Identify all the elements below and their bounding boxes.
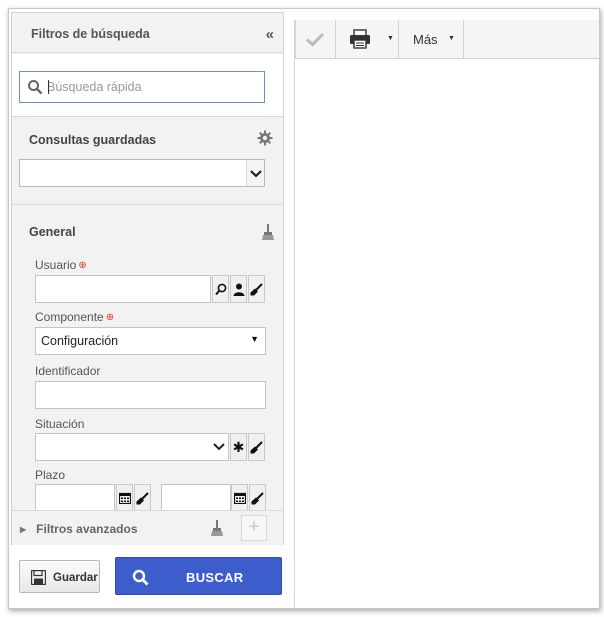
advanced-filters-bar[interactable]: ▶ Filtros avanzados + bbox=[12, 510, 283, 545]
save-button[interactable]: Guardar bbox=[19, 560, 100, 593]
user-input[interactable] bbox=[35, 275, 211, 303]
quick-search-area bbox=[12, 54, 283, 117]
chevron-down-icon[interactable] bbox=[212, 440, 226, 454]
search-icon bbox=[132, 569, 149, 586]
content-divider bbox=[294, 20, 295, 608]
gear-icon[interactable] bbox=[257, 130, 273, 146]
saved-queries-select[interactable] bbox=[19, 159, 265, 187]
confirm-button[interactable] bbox=[296, 20, 336, 58]
toolbar: ▼ Más ▼ bbox=[295, 20, 599, 59]
user-label: Usuario ⊕ bbox=[35, 258, 87, 272]
search-button[interactable]: BUSCAR bbox=[115, 557, 282, 595]
quick-search-box[interactable] bbox=[19, 71, 265, 103]
floppy-disk-icon bbox=[31, 570, 46, 585]
plus-icon: + bbox=[248, 516, 260, 538]
advanced-filters-text: Filtros avanzados bbox=[36, 522, 138, 536]
eraser-icon bbox=[250, 440, 263, 453]
asterisk-icon: ✱ bbox=[232, 439, 245, 455]
status-clear-button[interactable] bbox=[248, 433, 265, 461]
saved-queries-title: Consultas guardadas bbox=[29, 133, 157, 147]
text-cursor bbox=[48, 80, 49, 94]
person-icon bbox=[233, 283, 244, 296]
magnifier-icon bbox=[214, 283, 226, 295]
search-button-label: BUSCAR bbox=[186, 570, 244, 585]
status-input[interactable] bbox=[35, 433, 229, 461]
filter-panel-header: Filtros de búsqueda « bbox=[12, 13, 283, 53]
user-select-button[interactable] bbox=[230, 275, 247, 303]
identifier-label: Identificador bbox=[35, 364, 101, 378]
save-button-label: Guardar bbox=[53, 572, 98, 584]
print-button[interactable]: ▼ bbox=[336, 20, 399, 58]
caret-right-icon: ▶ bbox=[20, 525, 27, 534]
dropdown-caret-icon: ▼ bbox=[250, 334, 259, 344]
caret-down-icon: ▼ bbox=[387, 35, 394, 42]
user-clear-button[interactable] bbox=[248, 275, 265, 303]
clear-advanced-icon[interactable] bbox=[210, 520, 224, 536]
calendar-icon bbox=[233, 492, 246, 504]
more-menu-label: Más bbox=[413, 32, 438, 47]
general-section: General Usuario ⊕ Componente ⊕ Configura… bbox=[12, 206, 283, 512]
saved-queries-section: Consultas guardadas bbox=[12, 118, 283, 205]
filter-panel: Filtros de búsqueda « Consultas guardada… bbox=[11, 12, 284, 545]
filter-panel-title: Filtros de búsqueda bbox=[31, 27, 150, 41]
calendar-icon bbox=[118, 492, 131, 504]
quick-search-input[interactable] bbox=[47, 77, 257, 97]
deadline-from-calendar-button[interactable] bbox=[116, 484, 133, 512]
saved-queries-dropdown-arrow[interactable] bbox=[246, 160, 264, 186]
identifier-input[interactable] bbox=[35, 381, 266, 409]
component-label: Componente ⊕ bbox=[35, 310, 114, 324]
deadline-from-clear-button[interactable] bbox=[134, 484, 151, 512]
status-all-button[interactable]: ✱ bbox=[230, 433, 247, 461]
deadline-to-calendar-button[interactable] bbox=[231, 484, 248, 512]
chevron-down-icon bbox=[250, 170, 262, 178]
component-selected: Configuración bbox=[41, 334, 119, 348]
collapse-panel-icon[interactable]: « bbox=[266, 26, 275, 43]
eraser-icon bbox=[250, 282, 263, 295]
advanced-filters-label[interactable]: ▶ Filtros avanzados bbox=[20, 522, 138, 536]
deadline-to-clear-button[interactable] bbox=[249, 484, 266, 512]
required-icon: ⊕ bbox=[105, 312, 115, 323]
deadline-to-input[interactable] bbox=[161, 484, 231, 512]
add-filter-button[interactable]: + bbox=[241, 515, 267, 541]
user-search-button[interactable] bbox=[212, 275, 229, 303]
checkmark-icon bbox=[305, 32, 325, 47]
required-icon: ⊕ bbox=[78, 260, 87, 271]
printer-icon bbox=[350, 29, 370, 49]
eraser-icon bbox=[251, 491, 264, 504]
deadline-from-input[interactable] bbox=[35, 484, 115, 512]
component-label-text: Componente bbox=[35, 310, 104, 324]
clear-filters-icon[interactable] bbox=[261, 224, 275, 240]
caret-down-icon: ▼ bbox=[448, 35, 455, 42]
status-label: Situación bbox=[35, 417, 85, 431]
user-label-text: Usuario bbox=[35, 258, 77, 272]
component-select[interactable]: Configuración ▼ bbox=[35, 327, 266, 355]
more-menu-button[interactable]: Más ▼ bbox=[399, 20, 464, 58]
general-title: General bbox=[29, 225, 76, 239]
deadline-label: Plazo bbox=[35, 468, 66, 482]
eraser-icon bbox=[136, 491, 149, 504]
search-icon bbox=[28, 80, 43, 95]
